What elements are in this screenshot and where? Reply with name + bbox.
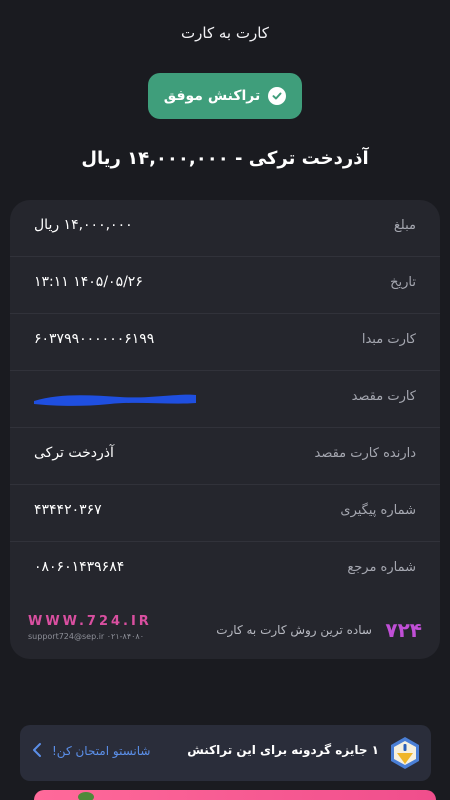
promo-text: ۱ جایزه گردونه برای این تراکنش — [187, 743, 379, 757]
row-label: دارنده کارت مقصد — [314, 446, 417, 461]
receipt-row-date: تاریخ ۱۴۰۵/۰۵/۲۶ ۱۳:۱۱ — [10, 257, 440, 314]
receipt-row-amount: مبلغ ۱۴,۰۰۰,۰۰۰ ریال — [10, 200, 440, 257]
receipt-row-tracking: شماره پیگیری ۴۳۴۴۲۰۳۶۷ — [10, 485, 440, 542]
page-header-title: کارت به کارت — [181, 24, 269, 42]
status-badge: تراکنش موفق — [148, 73, 302, 119]
receipt-footer: WWW.724.IR support724@sep.ir ۰۲۱-۸۴۰۸۰ س… — [10, 600, 440, 659]
promo-banner[interactable]: ۱ جایزه گردونه برای این تراکنش شانستو ام… — [20, 725, 431, 781]
ad-banner[interactable] — [34, 790, 436, 800]
brand-url-link[interactable]: WWW.724.IR — [28, 614, 152, 629]
row-value: ۰۸۰۶۰۱۴۳۹۶۸۴ — [34, 559, 125, 575]
transfer-title: آذردخت ترکی - ۱۴,۰۰۰,۰۰۰ ریال — [81, 148, 369, 169]
brand-logo: ۷۲۴ — [385, 618, 423, 642]
support-contact: support724@sep.ir ۰۲۱-۸۴۰۸۰ — [28, 632, 145, 641]
receipt-row-reference: شماره مرجع ۰۸۰۶۰۱۴۳۹۶۸۴ — [10, 542, 440, 599]
row-value: آذردخت ترکی — [34, 445, 114, 461]
redaction-scribble — [34, 394, 196, 406]
receipt-row-destination-card: کارت مقصد — [10, 371, 440, 428]
receipt-row-holder: دارنده کارت مقصد آذردخت ترکی — [10, 428, 440, 485]
row-value: ۱۴۰۵/۰۵/۲۶ ۱۳:۱۱ — [34, 274, 143, 290]
chevron-left-icon — [33, 743, 41, 757]
ad-mascot-icon — [78, 792, 94, 800]
row-label: مبلغ — [393, 218, 416, 233]
row-label: تاریخ — [390, 275, 416, 290]
row-label: شماره پیگیری — [340, 503, 416, 518]
row-label: شماره مرجع — [347, 560, 416, 575]
row-value: ۴۳۴۴۲۰۳۶۷ — [34, 502, 102, 518]
brand-slogan: ساده ترین روش کارت به کارت — [216, 623, 372, 637]
status-label: تراکنش موفق — [163, 88, 261, 104]
check-circle-icon — [268, 87, 287, 105]
row-label: کارت مقصد — [351, 389, 416, 404]
prize-wheel-icon — [391, 737, 419, 769]
row-label: کارت مبدا — [361, 332, 416, 347]
promo-cta-link[interactable]: شانستو امتحان کن! — [52, 744, 150, 758]
receipt-card: مبلغ ۱۴,۰۰۰,۰۰۰ ریال تاریخ ۱۴۰۵/۰۵/۲۶ ۱۳… — [10, 200, 440, 659]
row-value: ۱۴,۰۰۰,۰۰۰ ریال — [34, 217, 133, 233]
row-value: ۶۰۳۷۹۹۰۰۰۰۰۰۶۱۹۹ — [34, 331, 155, 347]
receipt-row-source-card: کارت مبدا ۶۰۳۷۹۹۰۰۰۰۰۰۶۱۹۹ — [10, 314, 440, 371]
